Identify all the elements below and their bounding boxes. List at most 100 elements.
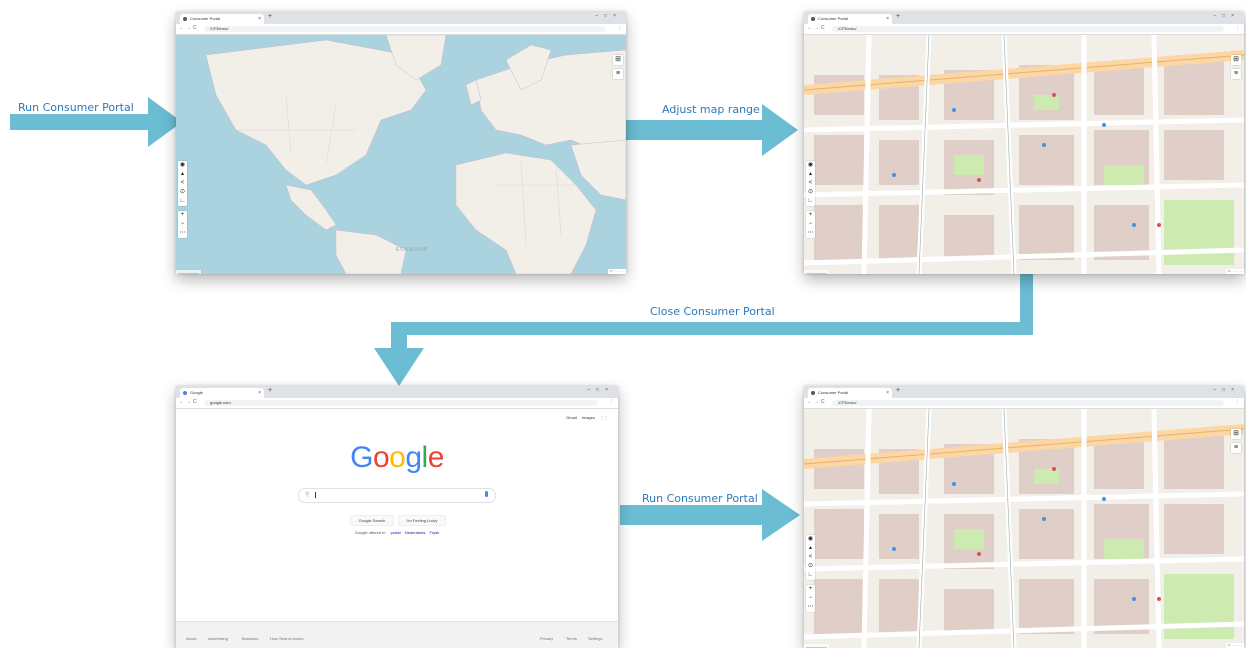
more-icon[interactable]: ⋯ <box>178 229 187 238</box>
map-toolbar: ◉ ▴ < ⊙ ∟ <box>806 535 815 580</box>
city-map-streets <box>804 35 1244 274</box>
tab-consumer-portal[interactable]: Consumer Portal × <box>180 14 264 24</box>
tab-title: Consumer Portal <box>818 16 849 21</box>
zoom-in-icon[interactable]: + <box>806 211 815 220</box>
nav-buttons[interactable]: ←→C <box>179 399 199 405</box>
eye-icon[interactable]: ◉ <box>806 161 815 170</box>
language-link-nederlands[interactable]: Nederlands <box>405 530 425 535</box>
label-run-consumer-portal: Run Consumer Portal <box>18 101 134 114</box>
menu-icon[interactable]: ⋮ <box>617 25 622 31</box>
map-attribution: ▁▁▁▁▁▁▁▁▁ <box>804 270 829 274</box>
microphone-icon[interactable] <box>485 491 488 497</box>
menu-list-icon[interactable]: ≡ <box>1231 69 1241 79</box>
menu-icon[interactable]: ⋮ <box>1235 25 1240 31</box>
url-field[interactable]: /CPDemo/ <box>832 400 1224 406</box>
new-tab-icon[interactable]: + <box>268 387 272 394</box>
footer-link-how-search-works[interactable]: How Search works <box>270 636 303 641</box>
title-bar: Google × + –□× <box>176 386 618 398</box>
elevation-icon[interactable]: ▴ <box>806 544 815 553</box>
zoom-out-icon[interactable]: − <box>806 594 815 603</box>
target-icon[interactable]: ⊙ <box>806 188 815 197</box>
more-icon[interactable]: ⋯ <box>806 603 815 612</box>
new-tab-icon[interactable]: + <box>896 13 900 20</box>
footer-link-about[interactable]: About <box>186 636 196 641</box>
more-icon[interactable]: ⋯ <box>806 229 815 238</box>
feeling-lucky-button[interactable]: I'm Feeling Lucky <box>398 515 446 526</box>
zoom-in-icon[interactable]: + <box>806 585 815 594</box>
window-controls[interactable]: –□× <box>1213 387 1240 393</box>
footer-link-terms[interactable]: Terms <box>566 636 577 641</box>
close-tab-icon[interactable]: × <box>258 14 261 24</box>
close-tab-icon[interactable]: × <box>258 388 261 398</box>
nav-buttons[interactable]: ←→C <box>807 25 827 31</box>
footer-link-business[interactable]: Business <box>242 636 258 641</box>
map-toolbar: ◉ ▴ < ⊙ ∟ <box>806 161 815 206</box>
google-search-button[interactable]: Google Search <box>350 515 394 526</box>
coordinate-readout: ▭ ··· ··· ··· <box>1225 643 1244 648</box>
close-tab-icon[interactable]: × <box>886 388 889 398</box>
window-controls[interactable]: –□× <box>587 387 614 393</box>
title-bar: Consumer Portal × + –□× <box>804 12 1244 24</box>
target-icon[interactable]: ⊙ <box>806 562 815 571</box>
apps-grid-icon[interactable]: ⋮⋮ <box>600 415 608 420</box>
google-search-input[interactable]: ⚲ <box>298 488 496 503</box>
nav-buttons[interactable]: ←→C <box>179 25 199 31</box>
share-icon[interactable]: < <box>806 179 815 188</box>
measure-icon[interactable]: ∟ <box>806 571 815 580</box>
close-tab-icon[interactable]: × <box>886 14 889 24</box>
search-icon: ⚲ <box>305 492 310 498</box>
target-icon[interactable]: ⊙ <box>178 188 187 197</box>
footer-link-privacy[interactable]: Privacy <box>540 636 553 641</box>
zoom-out-icon[interactable]: − <box>178 220 187 229</box>
tab-google[interactable]: Google × <box>180 388 264 398</box>
eye-icon[interactable]: ◉ <box>806 535 815 544</box>
google-homepage: Gmail Images ⋮⋮ Google ⚲ Google Search I… <box>176 409 618 648</box>
language-link-frysk[interactable]: Frysk <box>430 530 440 535</box>
menu-list-icon[interactable]: ≡ <box>613 69 623 79</box>
window-controls[interactable]: –□× <box>595 13 622 19</box>
url-field[interactable]: google.com <box>204 400 598 406</box>
portal-favicon-icon <box>811 17 815 21</box>
elevation-icon[interactable]: ▴ <box>806 170 815 179</box>
measure-icon[interactable]: ∟ <box>178 197 187 206</box>
offered-in-text: Google offered in: <box>354 530 387 535</box>
eye-icon[interactable]: ◉ <box>178 161 187 170</box>
label-run-consumer-portal-2: Run Consumer Portal <box>642 492 758 505</box>
grid-icon[interactable]: ⊞ <box>1231 429 1241 439</box>
city-map[interactable]: ◉ ▴ < ⊙ ∟ + − ⋯ ⊞ ≡ ▁▁▁▁▁▁▁▁▁ ▭ ··· ··· … <box>804 409 1244 648</box>
menu-list-icon[interactable]: ≡ <box>1231 443 1241 453</box>
grid-icon[interactable]: ⊞ <box>1231 55 1241 65</box>
tab-consumer-portal[interactable]: Consumer Portal × <box>808 14 892 24</box>
address-bar: ←→C /CPDemo/ ⋮ <box>176 24 626 35</box>
menu-icon[interactable]: ⋮ <box>1235 399 1240 405</box>
menu-icon[interactable]: ⋮ <box>609 399 614 405</box>
tab-title: Consumer Portal <box>818 390 849 395</box>
tab-consumer-portal[interactable]: Consumer Portal × <box>808 388 892 398</box>
share-icon[interactable]: < <box>806 553 815 562</box>
window-controls[interactable]: –□× <box>1213 13 1240 19</box>
footer-link-settings[interactable]: Settings <box>588 636 602 641</box>
google-top-links: Gmail Images ⋮⋮ <box>562 415 608 420</box>
grid-icon[interactable]: ⊞ <box>613 55 623 65</box>
city-map[interactable]: ◉ ▴ < ⊙ ∟ + − ⋯ ⊞ ≡ ▁▁▁▁▁▁▁▁▁ ▭ ··· ··· … <box>804 35 1244 274</box>
measure-icon[interactable]: ∟ <box>806 197 815 206</box>
images-link[interactable]: Images <box>582 415 595 420</box>
new-tab-icon[interactable]: + <box>896 387 900 394</box>
gmail-link[interactable]: Gmail <box>566 415 576 420</box>
google-favicon-icon <box>183 391 187 395</box>
url-field[interactable]: /CPDemo/ <box>204 26 606 32</box>
world-map[interactable]: ECUADOR ◉ ▴ < ⊙ ∟ + − ⋯ ⊞ ≡ ▁▁▁▁▁▁▁▁▁ ▭ … <box>176 35 626 274</box>
share-icon[interactable]: < <box>178 179 187 188</box>
elevation-icon[interactable]: ▴ <box>178 170 187 179</box>
language-link-polski[interactable]: polski <box>391 530 401 535</box>
browser-window-city-map-restored: Consumer Portal × + –□× ←→C /CPDemo/ ⋮ ◉… <box>804 386 1244 648</box>
nav-buttons[interactable]: ←→C <box>807 399 827 405</box>
map-attribution: ▁▁▁▁▁▁▁▁▁ <box>176 270 201 274</box>
footer-link-advertising[interactable]: Advertising <box>208 636 228 641</box>
new-tab-icon[interactable]: + <box>268 13 272 20</box>
zoom-controls: + − ⋯ <box>806 211 815 238</box>
zoom-in-icon[interactable]: + <box>178 211 187 220</box>
map-toolbar: ◉ ▴ < ⊙ ∟ <box>178 161 187 206</box>
zoom-out-icon[interactable]: − <box>806 220 815 229</box>
url-field[interactable]: /CPDemo/ <box>832 26 1224 32</box>
